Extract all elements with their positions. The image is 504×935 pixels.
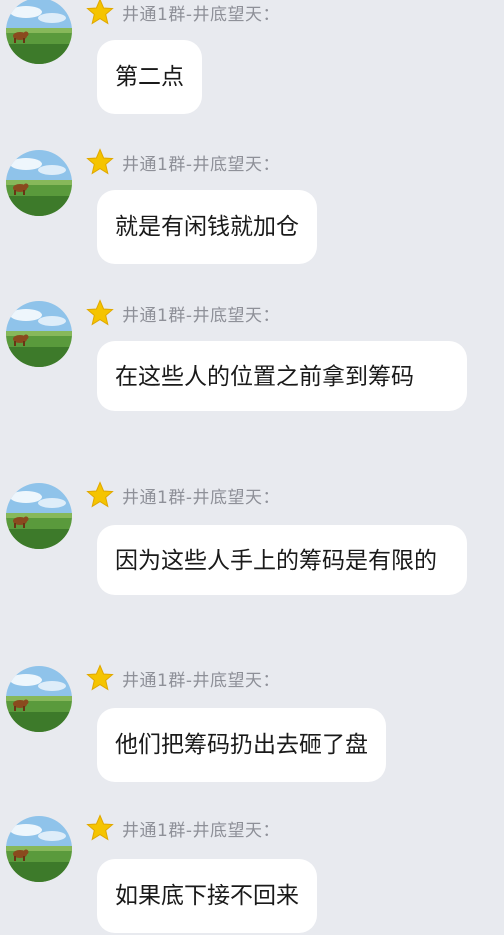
avatar-landscape-cow-icon <box>6 150 72 216</box>
message-bubble[interactable]: 如果底下接不回来 <box>97 859 317 933</box>
sender-name: 井通1群-井底望天： <box>122 4 280 25</box>
avatar-landscape-cow-icon <box>6 483 72 549</box>
message-text: 他们把筹码扔出去砸了盘 <box>115 732 368 758</box>
avatar-landscape-cow-icon <box>6 301 72 367</box>
message-text: 第二点 <box>115 64 184 90</box>
message-text: 在这些人的位置之前拿到筹码 <box>115 364 414 390</box>
avatar[interactable] <box>6 150 72 216</box>
chat-message-list[interactable]: 井通1群-井底望天： 第二点 井通1群-井底望天： 就是有闲钱就加仓 井通1群-… <box>0 0 504 935</box>
message-text: 因为这些人手上的筹码是有限的 <box>115 548 437 574</box>
star-icon <box>86 148 114 175</box>
sender-row: 井通1群-井底望天： <box>86 664 280 692</box>
star-icon <box>86 0 114 25</box>
sender-row: 井通1群-井底望天： <box>86 148 280 176</box>
star-icon <box>86 664 114 691</box>
sender-name: 井通1群-井底望天： <box>122 487 280 508</box>
avatar[interactable] <box>6 301 72 367</box>
avatar[interactable] <box>6 0 72 64</box>
message-bubble[interactable]: 第二点 <box>97 40 202 114</box>
message-text: 就是有闲钱就加仓 <box>115 214 299 240</box>
avatar-landscape-cow-icon <box>6 816 72 882</box>
avatar-landscape-cow-icon <box>6 666 72 732</box>
star-icon <box>86 814 114 841</box>
message-bubble[interactable]: 就是有闲钱就加仓 <box>97 190 317 264</box>
message-bubble[interactable]: 在这些人的位置之前拿到筹码 <box>97 341 467 411</box>
avatar[interactable] <box>6 483 72 549</box>
sender-name: 井通1群-井底望天： <box>122 820 280 841</box>
sender-row: 井通1群-井底望天： <box>86 299 280 327</box>
sender-row: 井通1群-井底望天： <box>86 0 280 26</box>
message-bubble[interactable]: 他们把筹码扔出去砸了盘 <box>97 708 386 782</box>
sender-row: 井通1群-井底望天： <box>86 814 280 842</box>
sender-name: 井通1群-井底望天： <box>122 670 280 691</box>
avatar-landscape-cow-icon <box>6 0 72 64</box>
sender-name: 井通1群-井底望天： <box>122 305 280 326</box>
avatar[interactable] <box>6 666 72 732</box>
sender-row: 井通1群-井底望天： <box>86 481 280 509</box>
avatar[interactable] <box>6 816 72 882</box>
message-text: 如果底下接不回来 <box>115 883 299 909</box>
star-icon <box>86 481 114 508</box>
message-bubble[interactable]: 因为这些人手上的筹码是有限的 <box>97 525 467 595</box>
sender-name: 井通1群-井底望天： <box>122 154 280 175</box>
star-icon <box>86 299 114 326</box>
